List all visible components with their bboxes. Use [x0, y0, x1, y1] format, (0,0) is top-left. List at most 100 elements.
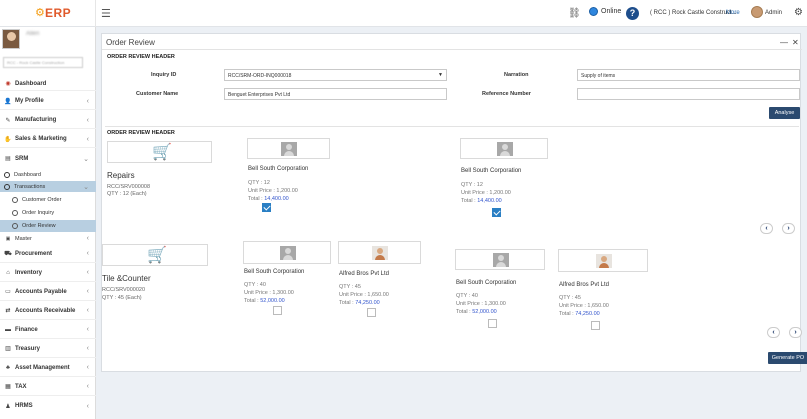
tax-icon: ▦ [5, 384, 11, 390]
vendor-select-checkbox[interactable] [262, 203, 271, 212]
sidebar-item-customer-order[interactable]: Customer Order [0, 194, 96, 206]
app-logo[interactable]: ⚙ ERP [0, 0, 96, 27]
box-icon: ⌂ [6, 269, 10, 276]
shopping-cart-icon: 🛒 [152, 144, 172, 161]
vendor-unit-price: Unit Price : 1,200.00 [248, 188, 298, 194]
sidebar-item-order-inquiry[interactable]: Order Inquiry [0, 207, 96, 219]
section-title-header: ORDER REVIEW HEADER [107, 54, 175, 60]
prev-arrow-icon[interactable]: ‹ [760, 223, 773, 234]
sidebar-item-label: Inventory [15, 269, 43, 276]
sidebar-item-master[interactable]: ▣ Master ‹ [0, 233, 96, 244]
vendor-qty: QTY : 40 [244, 282, 266, 288]
narration-field[interactable]: Supply of items [577, 69, 800, 81]
user-menu[interactable]: Admin [765, 10, 782, 16]
vendor-select-checkbox[interactable] [492, 208, 501, 217]
sidebar-item-label: Dashboard [14, 171, 41, 178]
narration-label: Narration [504, 72, 529, 78]
sidebar-item-hrms[interactable]: ♟ HRMS ‹ [0, 397, 96, 415]
sidebar-item-my-profile[interactable]: 👤 My Profile ‹ [0, 93, 96, 110]
sidebar-item-sales-marketing[interactable]: ✋ Sales & Marketing ‹ [0, 131, 96, 148]
sidebar-item-dashboard[interactable]: ◉ Dashboard [0, 77, 96, 91]
sidebar-item-label: Asset Management [15, 364, 70, 371]
chevron-left-icon: ‹ [86, 364, 89, 371]
vendor-image-box [243, 241, 331, 264]
user-avatar[interactable] [751, 6, 763, 18]
vendor-qty: QTY : 45 [559, 295, 581, 301]
sidebar-item-finance[interactable]: ▬ Finance ‹ [0, 321, 96, 339]
minimize-icon[interactable]: — [780, 38, 788, 47]
generate-po-button[interactable]: Generate PO [768, 352, 807, 364]
sidebar-item-label: Manufacturing [15, 117, 57, 123]
settings-gear-icon[interactable]: ⚙ [794, 7, 803, 18]
chevron-left-icon: ‹ [86, 135, 89, 143]
help-icon[interactable]: ? [626, 7, 639, 20]
vendor-select-checkbox[interactable] [591, 321, 600, 330]
receivable-icon: ⇄ [5, 308, 11, 314]
sidebar-item-treasury[interactable]: ▥ Treasury ‹ [0, 340, 96, 358]
chevron-down-icon: ⌄ [83, 155, 89, 163]
sidebar-item-inventory[interactable]: ⌂ Inventory ‹ [0, 264, 96, 282]
sitemap-icon[interactable]: ⛓ [568, 8, 581, 19]
close-icon[interactable]: ✕ [792, 38, 799, 47]
sidebar-item-label: Order Inquiry [22, 210, 55, 216]
vendor-total-label: Total : [461, 198, 476, 204]
vendor-unit-price: Unit Price : 1,650.00 [559, 303, 609, 309]
sidebar-item-accounts-payable[interactable]: ▭ Accounts Payable ‹ [0, 283, 96, 301]
vendor-select-checkbox[interactable] [367, 308, 376, 317]
vendor-details: QTY : 45 Unit Price : 1,650.00 Total : 7… [339, 283, 389, 307]
sidebar-item-procurement[interactable]: ⛟ Procurement ‹ [0, 245, 96, 263]
chevron-left-icon: ‹ [86, 235, 89, 242]
srm-icon: ▤ [5, 156, 11, 162]
handshake-icon: ✋ [4, 136, 12, 143]
vendor-details: QTY : 12 Unit Price : 1,200.00 Total : 1… [461, 181, 511, 205]
sidebar-item-order-review[interactable]: Order Review [0, 220, 96, 232]
sidebar-item-srm-dashboard[interactable]: Dashboard [0, 169, 96, 180]
dashboard-icon: ◉ [5, 81, 11, 87]
vendor-unit-price: Unit Price : 1,200.00 [461, 190, 511, 196]
company-label: ( RCC ) Rock Castle Construct... [650, 10, 737, 16]
vendor-unit-price: Unit Price : 1,650.00 [339, 292, 389, 298]
item-qty: QTY : 45 (Each) [102, 295, 142, 301]
company-select[interactable]: RCC - Rock Castle Construction [3, 57, 83, 68]
vendor-total-line: Total : 52,000.00 [456, 308, 506, 316]
hamburger-icon[interactable]: ☰ [101, 7, 111, 20]
sidebar-user-name: Allen [26, 31, 40, 37]
chevron-left-icon: ‹ [86, 116, 89, 124]
circle-icon [4, 183, 10, 190]
asset-icon: ♣ [6, 364, 10, 371]
vendor-select-checkbox[interactable] [273, 306, 282, 315]
customer-name-field[interactable]: Benguet Enterprises Pvt Ltd [224, 88, 447, 100]
reference-number-field[interactable] [577, 88, 800, 100]
chevron-left-icon: ‹ [86, 326, 89, 333]
analyse-button[interactable]: Analyse [769, 107, 800, 119]
next-arrow-icon[interactable]: › [789, 327, 802, 338]
vendor-total-label: Total : [248, 196, 263, 202]
more-link[interactable]: More [726, 10, 740, 16]
circle-icon [12, 223, 18, 229]
chevron-left-icon: ‹ [86, 97, 89, 105]
vendor-total-line: Total : 14,400.00 [248, 195, 298, 203]
vendor-select-checkbox[interactable] [488, 319, 497, 328]
vendor-image-box [460, 138, 548, 159]
vendor-unit-price: Unit Price : 1,300.00 [244, 290, 294, 296]
prev-arrow-icon[interactable]: ‹ [767, 327, 780, 338]
online-status[interactable]: Online [589, 7, 621, 16]
sidebar-item-accounts-receivable[interactable]: ⇄ Accounts Receivable ‹ [0, 302, 96, 320]
logo-gear-icon: ⚙ [35, 7, 45, 19]
sidebar: Allen RCC - Rock Castle Construction ◉ D… [0, 27, 96, 419]
inquiry-id-select[interactable]: RCC/SRM-ORD-INQ000018 ▼ [224, 69, 447, 81]
order-review-panel: Order Review — ✕ ORDER REVIEW HEADER Inq… [101, 33, 802, 372]
item-image-box: 🛒 [107, 141, 212, 163]
sidebar-item-transactions[interactable]: Transactions ⌄ [0, 181, 96, 192]
vendor-person-icon [596, 254, 612, 268]
sidebar-item-manufacturing[interactable]: ✎ Manufacturing ‹ [0, 112, 96, 129]
sidebar-item-label: HRMS [15, 403, 33, 409]
sidebar-item-srm[interactable]: ▤ SRM ⌄ [0, 150, 96, 167]
next-arrow-icon[interactable]: › [782, 223, 795, 234]
chevron-left-icon: ‹ [86, 345, 89, 352]
vendor-image-box [247, 138, 330, 159]
sidebar-item-asset-management[interactable]: ♣ Asset Management ‹ [0, 359, 96, 377]
chevron-left-icon: ‹ [86, 402, 89, 410]
chevron-left-icon: ‹ [86, 250, 89, 257]
sidebar-item-tax[interactable]: ▦ TAX ‹ [0, 378, 96, 396]
